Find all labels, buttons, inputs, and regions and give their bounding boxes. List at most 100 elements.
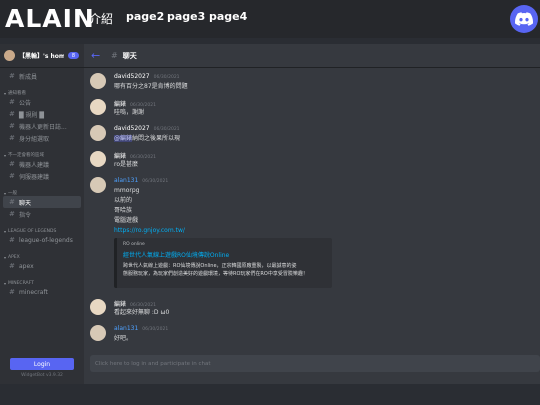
message-author[interactable]: 編錶 — [114, 151, 126, 160]
channel-label: apex — [19, 262, 34, 270]
guild-avatar — [4, 50, 15, 61]
sidebar-channel[interactable]: # minecraft — [3, 286, 81, 298]
sidebar-channel[interactable]: # █ 規則 █ — [3, 108, 81, 120]
site-header: ALAIN 介紹 page2 page3 page4 — [0, 0, 540, 38]
message-author[interactable]: 編錶 — [114, 99, 126, 108]
sidebar-channel[interactable]: # apex — [3, 260, 81, 272]
message-text: @編錶納悶之後果所以現 — [114, 134, 534, 144]
chevron-down-icon: ▾ — [4, 153, 7, 158]
avatar[interactable] — [90, 177, 106, 193]
embed-provider: RO online — [123, 242, 145, 247]
chevron-down-icon: ▾ — [4, 255, 7, 260]
message-author[interactable]: david52027 — [114, 73, 150, 80]
message-author[interactable]: 編錶 — [114, 299, 126, 308]
channel-sidebar: 【黑輪】's home 8 #新成員▾通知看看#公告#█ 規則 █#機器人更新日… — [0, 44, 84, 384]
avatar[interactable] — [90, 299, 106, 315]
hash-icon: # — [9, 236, 15, 244]
sidebar-channel[interactable]: # 伺服器建議 — [3, 170, 81, 182]
embed-description-line: 態服務玩家，為玩家們創造美好的遊戲環境，等待RO玩家們在RO中享受冒險樂趣！ — [123, 271, 308, 277]
chat-pane: ← # 聊天 david52027 06/30/2021 哪有百分之87是肯博的問… — [84, 44, 540, 384]
arrow-left-icon[interactable]: ← — [91, 49, 111, 62]
category-label: MINECRAFT — [8, 281, 34, 286]
message-text: 電腦遊戲 — [114, 217, 139, 224]
channel-label: █ 規則 █ — [19, 111, 45, 119]
sidebar-channel[interactable]: # 機器人更新日誌... — [3, 120, 81, 132]
sidebar-channel[interactable]: # 身分組選取 — [3, 132, 81, 144]
hash-icon: # — [9, 262, 15, 270]
nav-link-page4[interactable]: page4 — [209, 10, 247, 23]
guild-header[interactable]: 【黑輪】's home 8 — [0, 44, 84, 68]
nav-link-page3[interactable]: page3 — [167, 10, 205, 23]
guild-name: 【黑輪】's home — [19, 53, 64, 60]
channel-label: 聊天 — [19, 199, 32, 207]
message-author[interactable]: alan131 — [114, 177, 138, 184]
chevron-down-icon: ▾ — [4, 91, 7, 96]
login-button[interactable]: Login — [10, 358, 74, 370]
message-timestamp: 06/30/2021 — [142, 327, 169, 332]
channel-category[interactable]: ▾ 一般 — [0, 185, 84, 196]
sidebar-channel[interactable]: # 指令 — [3, 208, 81, 220]
channel-title: 聊天 — [122, 51, 137, 60]
channel-category[interactable]: ▾ 通知看看 — [0, 85, 84, 96]
user-mention[interactable]: @編錶 — [114, 135, 133, 142]
hash-icon: # — [9, 72, 15, 80]
channel-label: 機器人建議 — [19, 161, 50, 169]
hash-icon: # — [9, 198, 15, 206]
widgetbot-credit[interactable]: WidgetBot v3.9.32 — [0, 373, 84, 378]
sidebar-channel[interactable]: # 機器人建議 — [3, 158, 81, 170]
discord-widget: 【黑輪】's home 8 #新成員▾通知看看#公告#█ 規則 █#機器人更新日… — [0, 44, 540, 384]
sidebar-channel[interactable]: # 公告 — [3, 96, 81, 108]
message-text: 哪有百分之87是肯博的問題 — [114, 83, 188, 90]
message-text: ro是甚麼 — [114, 161, 139, 168]
message-timestamp: 06/30/2021 — [142, 179, 169, 184]
message-author[interactable]: david52027 — [114, 125, 150, 132]
avatar[interactable] — [90, 325, 106, 341]
hash-icon: # — [9, 210, 15, 218]
message-text: 好吧。 — [114, 335, 133, 342]
channel-label: 身分組選取 — [19, 135, 50, 143]
message-text: mmorpg — [114, 187, 140, 194]
channel-label: 新成員 — [19, 73, 38, 81]
member-count-badge: 8 — [68, 52, 79, 59]
discord-logo-icon[interactable] — [510, 5, 538, 33]
sidebar-channel[interactable]: # league-of-legends — [3, 234, 81, 246]
site-logo[interactable]: ALAIN — [5, 4, 95, 33]
message-link[interactable]: https://ro.gnjoy.com.tw/ — [114, 226, 534, 236]
message-list: david52027 06/30/2021 哪有百分之87是肯博的問題 編錶 06/… — [84, 69, 540, 354]
channel-label: 公告 — [19, 99, 32, 107]
message-input[interactable]: Click here to log in and participate in … — [90, 355, 540, 372]
avatar[interactable] — [90, 73, 106, 89]
category-label: 不一定會看的區域 — [8, 153, 45, 158]
embed-title[interactable]: 經世代人氣線上遊戲RO仙境傳說Online — [123, 250, 326, 259]
channel-category[interactable]: ▾ MINECRAFT — [0, 275, 84, 286]
nav-link-page2[interactable]: page2 — [126, 10, 164, 23]
channel-label: league-of-legends — [19, 236, 73, 244]
chevron-down-icon: ▾ — [4, 229, 7, 234]
channel-label: 機器人更新日誌... — [19, 123, 67, 131]
category-label: LEAGUE OF LEGENDS — [8, 229, 57, 234]
link-embed: RO online 經世代人氣線上遊戲RO仙境傳說Online 跨世代人氣線上遊… — [114, 238, 332, 288]
sidebar-channel[interactable]: # 聊天 — [3, 196, 81, 208]
message-author[interactable]: alan131 — [114, 325, 138, 332]
hash-icon: # — [9, 134, 15, 142]
channel-label: minecraft — [19, 288, 48, 296]
channel-label: 伺服器建議 — [19, 173, 50, 181]
avatar[interactable] — [90, 125, 106, 141]
hash-icon: # — [9, 98, 15, 106]
chevron-down-icon: ▾ — [4, 281, 7, 286]
hash-icon: # — [9, 110, 15, 118]
nav-link-intro[interactable]: 介紹 — [89, 10, 113, 27]
channel-header: ← # 聊天 — [84, 44, 540, 68]
channel-category[interactable]: ▾ APEX — [0, 249, 84, 260]
avatar[interactable] — [90, 99, 106, 115]
channel-category[interactable]: ▾ LEAGUE OF LEGENDS — [0, 223, 84, 234]
channel-category[interactable]: ▾ 不一定會看的區域 — [0, 147, 84, 158]
message-text: 看起來好無聊 :D ω0 — [114, 309, 170, 316]
hash-icon: # — [9, 160, 15, 168]
channel-list: # 新成員 ▾ 通知看看 # 公告 # █ 規則 █ # 機器人更新日誌... # 身分組選取 ▾ 不一定… — [0, 70, 84, 358]
message-timestamp: 06/30/2021 — [153, 75, 180, 80]
avatar[interactable] — [90, 151, 106, 167]
hash-icon: # — [9, 288, 15, 296]
category-label: APEX — [8, 255, 20, 260]
sidebar-channel[interactable]: # 新成員 — [3, 70, 81, 82]
